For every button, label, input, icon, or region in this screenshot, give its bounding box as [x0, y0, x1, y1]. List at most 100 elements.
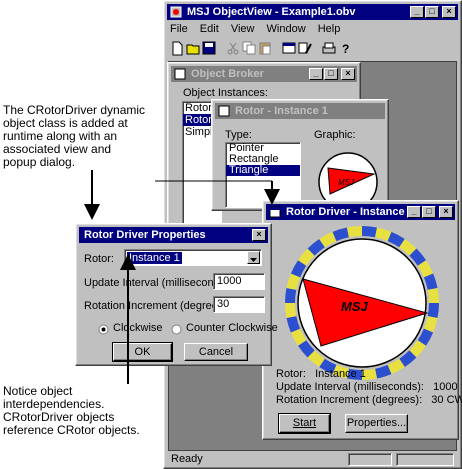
- ring-segment: [399, 238, 417, 256]
- print-icon[interactable]: [322, 41, 337, 56]
- open-folder-icon[interactable]: [186, 41, 201, 56]
- clockwise-label[interactable]: Clockwise: [113, 322, 163, 334]
- ring-segment: [417, 328, 434, 346]
- ring-segment: [286, 315, 301, 333]
- interval-input[interactable]: 1000: [213, 273, 265, 290]
- paste-icon[interactable]: [258, 41, 273, 56]
- ring-segment: [361, 226, 378, 238]
- annotation-bottom: Notice object interdependencies. CRotorD…: [3, 385, 163, 437]
- radio-selected-icon: [98, 324, 109, 335]
- ring-segment: [297, 248, 315, 266]
- list-item-selected[interactable]: Triangle: [226, 165, 300, 176]
- rotor-select[interactable]: Instance 1: [124, 249, 262, 266]
- type-label: Type:: [225, 129, 252, 141]
- ring-segment: [417, 260, 434, 278]
- rotor-titlebar[interactable]: Rotor - Instance 1: [215, 103, 385, 119]
- ring-segment: [374, 364, 392, 379]
- ring-segment: [286, 273, 301, 291]
- menu-view[interactable]: View: [231, 23, 255, 35]
- msj-app-icon: [170, 6, 182, 18]
- driver-maximize-icon[interactable]: □: [422, 206, 436, 218]
- rotor-window-icon: [218, 105, 230, 117]
- broker-titlebar[interactable]: Object Broker _ □ ×: [171, 66, 357, 82]
- rotor-driver-graphic: MSJ: [285, 226, 439, 380]
- ring-segment: [427, 287, 439, 304]
- status-text: Ready: [171, 453, 203, 465]
- rotor-field-label: Rotor:: [84, 253, 114, 265]
- rotor-select-value: Instance 1: [127, 252, 182, 264]
- annotation-top: The CRotorDriver dynamic object class is…: [3, 104, 163, 169]
- main-titlebar[interactable]: MSJ ObjectView - Example1.obv _ □ ×: [167, 4, 458, 20]
- clockwise-radio[interactable]: [98, 322, 109, 340]
- start-button[interactable]: Start: [278, 413, 331, 434]
- save-disk-icon[interactable]: [202, 41, 217, 56]
- ring-segment: [332, 227, 350, 242]
- increment-input[interactable]: 30: [213, 296, 265, 313]
- ok-button[interactable]: OK: [112, 342, 173, 362]
- object-window-icon[interactable]: [282, 41, 297, 56]
- status-pane-1: [348, 453, 392, 466]
- menu-edit[interactable]: Edit: [200, 23, 219, 35]
- ring-segment: [307, 350, 325, 368]
- copy-icon[interactable]: [242, 41, 257, 56]
- menu-bar: File Edit View Window Help: [170, 22, 349, 37]
- driver-close-icon[interactable]: ×: [439, 206, 453, 218]
- driver-interval-info: Update Interval (milliseconds): 1000: [276, 381, 458, 393]
- broker-maximize-icon[interactable]: □: [324, 68, 338, 80]
- main-title: MSJ ObjectView - Example1.obv: [187, 6, 356, 18]
- menu-file[interactable]: File: [170, 23, 188, 35]
- help-icon[interactable]: ?: [338, 41, 353, 56]
- annotation-bottom-line: reference CRotor objects.: [3, 423, 140, 437]
- cancel-button[interactable]: Cancel: [184, 343, 248, 361]
- graphic-label: Graphic:: [314, 129, 356, 141]
- ring-segment: [399, 350, 417, 368]
- new-file-icon[interactable]: [170, 41, 185, 56]
- broker-title: Object Broker: [191, 68, 264, 80]
- properties-dialog: Rotor Driver Properties × Rotor: Instanc…: [75, 223, 278, 366]
- driver-titlebar[interactable]: Rotor Driver - Instance 2 _ □ ×: [266, 204, 455, 220]
- driver-rotor-info: Rotor: Instance 1: [276, 368, 366, 380]
- radio-unselected-icon: [171, 324, 182, 335]
- ring-segment: [285, 302, 297, 319]
- maximize-icon[interactable]: □: [425, 6, 439, 18]
- ring-segment: [387, 231, 405, 248]
- ring-segment: [297, 340, 315, 358]
- ring-segment: [374, 227, 392, 242]
- ring-segment: [423, 273, 438, 291]
- status-pane-2: [396, 453, 454, 466]
- minimize-icon[interactable]: _: [410, 6, 424, 18]
- rotor-instance-window: Rotor - Instance 1 Type: Graphic: Pointe…: [211, 99, 389, 211]
- ring-segment: [423, 315, 438, 333]
- object-instances-label: Object Instances:: [183, 87, 268, 99]
- ring-segment: [290, 260, 307, 278]
- chevron-down-icon[interactable]: [247, 251, 260, 264]
- ring-segment: [290, 328, 307, 346]
- toolbar: ?: [170, 41, 450, 59]
- close-icon[interactable]: ×: [442, 6, 456, 18]
- properties-button[interactable]: Properties...: [345, 414, 408, 433]
- menu-help[interactable]: Help: [318, 23, 341, 35]
- ring-segment: [409, 248, 427, 266]
- broker-window-icon: [174, 68, 186, 80]
- ring-segment: [307, 238, 325, 256]
- properties-tool-icon[interactable]: [298, 41, 313, 56]
- type-list[interactable]: Pointer Rectangle Triangle: [225, 142, 301, 208]
- broker-close-icon[interactable]: ×: [341, 68, 355, 80]
- counter-clockwise-radio[interactable]: [171, 322, 182, 340]
- rotor-graphic-label: MSJ: [338, 178, 355, 187]
- ring-segment: [409, 340, 427, 358]
- ring-segment: [387, 358, 405, 375]
- svg-text:?: ?: [342, 42, 349, 56]
- dialog-titlebar[interactable]: Rotor Driver Properties ×: [79, 227, 268, 243]
- cut-icon[interactable]: [226, 41, 241, 56]
- broker-minimize-icon[interactable]: _: [309, 68, 323, 80]
- driver-graphic-label: MSJ: [341, 299, 369, 314]
- driver-title: Rotor Driver - Instance 2: [286, 206, 414, 218]
- driver-minimize-icon[interactable]: _: [407, 206, 421, 218]
- ring-segment: [319, 231, 337, 248]
- dialog-title: Rotor Driver Properties: [84, 229, 206, 241]
- counter-clockwise-label[interactable]: Counter Clockwise: [186, 322, 278, 334]
- status-bar: Ready: [168, 452, 457, 467]
- dialog-close-icon[interactable]: ×: [252, 229, 266, 241]
- menu-window[interactable]: Window: [267, 23, 306, 35]
